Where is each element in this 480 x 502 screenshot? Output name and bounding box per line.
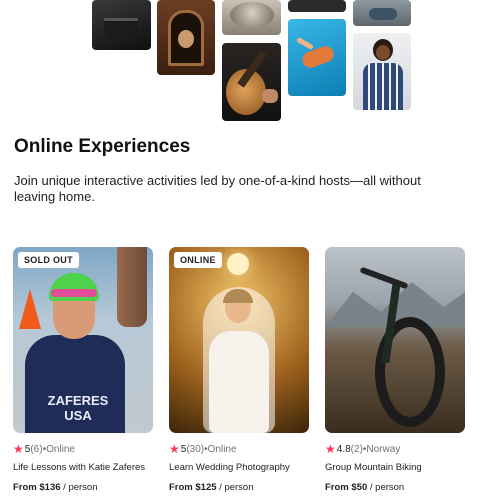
collage-photo-singer: [353, 33, 411, 110]
experience-card[interactable]: ZAFERES USA SOLD OUT ★ 5 (6) •Online Lif…: [13, 247, 153, 493]
collage-photo-cooking-pot: [92, 0, 151, 50]
rating-value: 4.8: [336, 443, 351, 455]
price-unit: / person: [60, 482, 98, 493]
price-text: From $136 / person: [13, 482, 153, 493]
status-badge: ONLINE: [174, 252, 222, 268]
price-text: From $50 / person: [325, 482, 465, 493]
collage-photo-hands: [353, 0, 411, 26]
experience-photo[interactable]: [325, 247, 465, 433]
experience-photo-collage: [0, 0, 480, 125]
experience-card[interactable]: ONLINE ★ 5 (30) •Online Learn Wedding Ph…: [169, 247, 309, 493]
card-meta: ★ 5 (30) •Online: [169, 442, 309, 456]
collage-photo-doorway: [157, 0, 215, 75]
experience-title[interactable]: Life Lessons with Katie Zaferes: [13, 462, 153, 476]
price-amount: From $50: [325, 482, 368, 493]
card-meta: ★ 5 (6) •Online: [13, 442, 153, 456]
collage-photo-dark: [288, 0, 346, 12]
collage-photo-bowl: [222, 0, 281, 35]
section-subtitle: Join unique interactive activities led b…: [14, 173, 421, 204]
experience-photo[interactable]: ZAFERES USA SOLD OUT: [13, 247, 153, 433]
status-badge: SOLD OUT: [18, 252, 79, 268]
star-icon: ★: [325, 442, 336, 456]
price-unit: / person: [216, 482, 254, 493]
collage-photo-swimmer: [288, 19, 346, 96]
review-count: (30): [186, 443, 205, 455]
collage-photo-guitar: [222, 43, 281, 121]
experience-title[interactable]: Learn Wedding Photography: [169, 462, 309, 476]
price-amount: From $125: [169, 482, 217, 493]
star-icon: ★: [169, 442, 180, 456]
experience-title[interactable]: Group Mountain Biking: [325, 462, 465, 476]
price-unit: / person: [367, 482, 405, 493]
card-meta: ★ 4.8 (2) •Norway: [325, 442, 465, 456]
star-icon: ★: [13, 442, 24, 456]
price-text: From $125 / person: [169, 482, 309, 493]
photo-jersey-text: ZAFERES USA: [47, 393, 109, 423]
review-count: (6): [30, 443, 43, 455]
location-text: •Norway: [362, 443, 401, 455]
location-text: •Online: [204, 443, 237, 455]
experience-photo[interactable]: ONLINE: [169, 247, 309, 433]
section-title: Online Experiences: [14, 136, 191, 157]
price-amount: From $136: [13, 482, 61, 493]
review-count: (2): [350, 443, 363, 455]
location-text: •Online: [42, 443, 75, 455]
experience-card[interactable]: ★ 4.8 (2) •Norway Group Mountain Biking …: [325, 247, 465, 493]
